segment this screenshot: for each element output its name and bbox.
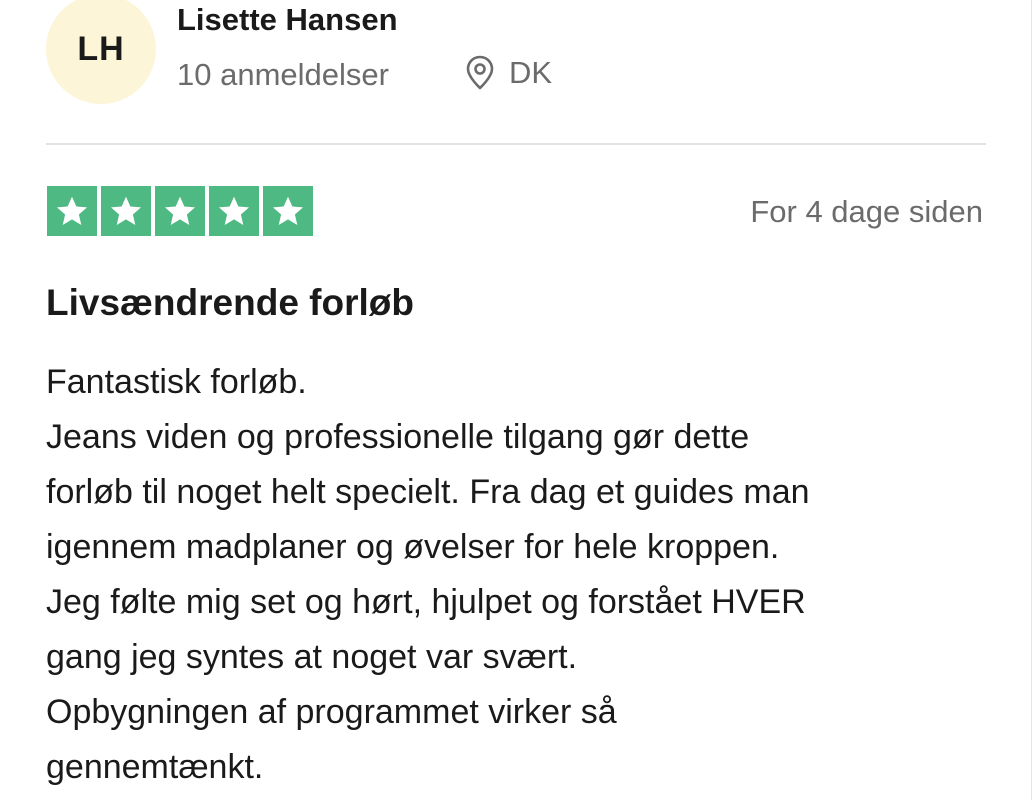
star-3 bbox=[155, 186, 205, 236]
review-count: 10 anmeldelser bbox=[177, 57, 389, 92]
review-body-line: gang jeg syntes at noget var svært. bbox=[46, 638, 578, 676]
review-body: Fantastisk forløb. Jeans viden og profess… bbox=[46, 355, 1006, 795]
star-1 bbox=[47, 186, 97, 236]
star-icon bbox=[165, 196, 195, 225]
review-body-line: Fantastisk forløb. bbox=[46, 363, 307, 401]
location-pin-icon bbox=[465, 55, 495, 91]
star-5 bbox=[263, 186, 313, 236]
review-body-line: Jeg følte mig set og hørt, hjulpet og fo… bbox=[46, 583, 806, 621]
location-country: DK bbox=[509, 55, 553, 90]
star-icon bbox=[57, 196, 87, 225]
review-card: LH Lisette Hansen 10 anmeldelser DK For … bbox=[0, 0, 1032, 800]
reviewer-name[interactable]: Lisette Hansen bbox=[177, 2, 398, 38]
reviewer-location: DK bbox=[465, 55, 552, 91]
star-icon bbox=[273, 196, 303, 225]
review-body-line: forløb til noget helt specielt. Fra dag … bbox=[46, 473, 810, 511]
star-icon bbox=[111, 196, 141, 225]
avatar-initials: LH bbox=[77, 29, 125, 68]
review-date: For 4 dage siden bbox=[750, 194, 983, 229]
star-rating bbox=[47, 186, 313, 236]
star-4 bbox=[209, 186, 259, 236]
avatar[interactable]: LH bbox=[46, 0, 156, 104]
star-2 bbox=[101, 186, 151, 236]
divider bbox=[46, 143, 986, 145]
star-icon bbox=[219, 196, 249, 225]
review-body-line: Opbygningen af programmet virker så bbox=[46, 693, 617, 731]
review-title: Livsændrende forløb bbox=[46, 282, 414, 323]
review-body-line: gennemtænkt. bbox=[46, 748, 264, 786]
review-body-line: Jeans viden og professionelle tilgang gø… bbox=[46, 418, 750, 456]
review-body-line: igennem madplaner og øvelser for hele kr… bbox=[46, 528, 780, 566]
